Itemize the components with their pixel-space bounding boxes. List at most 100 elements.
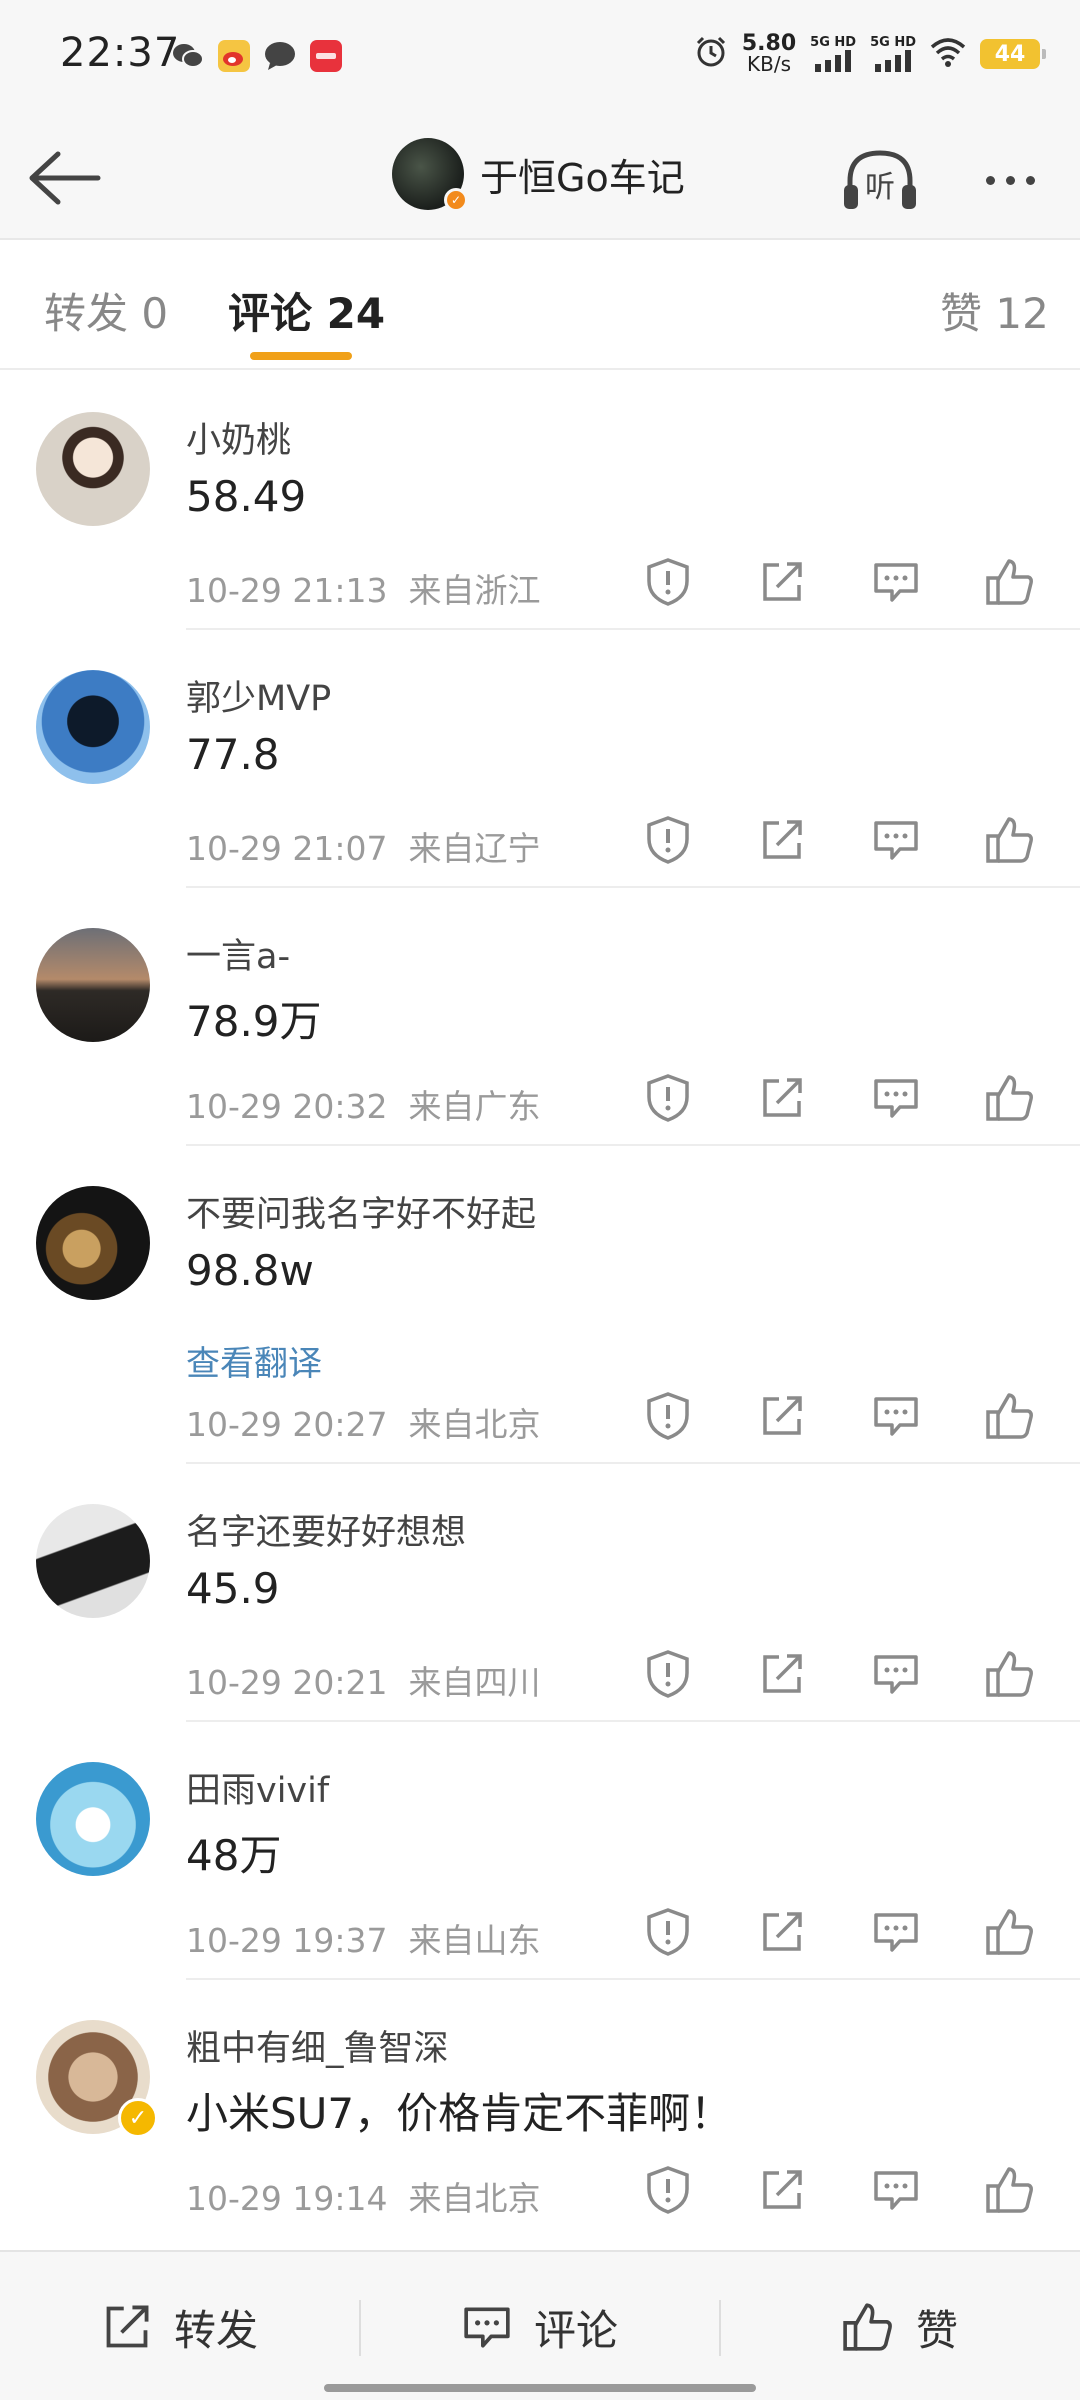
reply-button[interactable] (866, 1902, 926, 1962)
more-options-button[interactable] (970, 142, 1050, 218)
status-time: 22:37 (60, 30, 181, 76)
report-button[interactable] (638, 1644, 698, 1704)
share-button[interactable] (752, 2160, 812, 2220)
shield-warning-icon (647, 1908, 689, 1956)
comment-meta: 10-29 20:21 来自四川 (186, 1656, 540, 1704)
report-button[interactable] (638, 1386, 698, 1446)
share-button[interactable] (752, 1644, 812, 1704)
author-avatar[interactable]: ✓ (392, 138, 468, 212)
share-icon (763, 2170, 802, 2209)
commenter-avatar[interactable] (36, 1186, 150, 1300)
share-button[interactable] (752, 1068, 812, 1128)
share-button[interactable] (752, 1902, 812, 1962)
xiaohongshu-icon (310, 40, 342, 72)
reply-button[interactable] (866, 2160, 926, 2220)
comment-label: 评论 (533, 2305, 618, 2355)
shield-warning-icon (647, 816, 689, 864)
comment-location: 来自北京 (408, 1405, 541, 1444)
comment-time: 10-29 19:14 (186, 2179, 388, 2218)
comment-actions (630, 1068, 1060, 1128)
comment-actions (630, 552, 1060, 612)
share-icon (763, 1078, 802, 1117)
comment-meta: 10-29 21:07 来自辽宁 (186, 822, 540, 870)
share-button[interactable] (752, 1386, 812, 1446)
thumbs-up-icon (986, 559, 1033, 605)
report-button[interactable] (638, 810, 698, 870)
tab-likes[interactable]: 赞 12 (940, 280, 1049, 341)
like-button[interactable] (980, 1644, 1040, 1704)
comment-time: 10-29 21:13 (186, 571, 388, 610)
commenter-avatar[interactable] (36, 412, 150, 526)
comment-item[interactable]: 小奶桃 58.49 10-29 21:13 来自浙江 (0, 372, 1080, 630)
commenter-name[interactable]: 名字还要好好想想 (186, 1504, 466, 1555)
commenter-name[interactable]: 粗中有细_鲁智深 (186, 2020, 449, 2071)
report-button[interactable] (638, 552, 698, 612)
alarm-icon (694, 35, 728, 73)
share-icon (763, 1396, 802, 1435)
comment-item[interactable]: 郭少MVP 77.8 10-29 21:07 来自辽宁 (0, 630, 1080, 888)
commenter-name[interactable]: 郭少MVP (186, 670, 331, 721)
comment-item[interactable]: 名字还要好好想想 45.9 10-29 20:21 来自四川 (0, 1464, 1080, 1722)
home-indicator[interactable] (324, 2384, 756, 2392)
commenter-name[interactable]: 不要问我名字好不好起 (186, 1186, 536, 1237)
commenter-name[interactable]: 田雨vivif (186, 1762, 329, 1813)
report-button[interactable] (638, 1902, 698, 1962)
back-button[interactable] (24, 138, 104, 218)
comment-item[interactable]: 不要问我名字好不好起 98.8w 查看翻译 10-29 20:27 来自北京 (0, 1146, 1080, 1464)
commenter-avatar[interactable] (36, 928, 150, 1042)
comment-text: 45.9 (186, 1564, 280, 1613)
view-translation-link[interactable]: 查看翻译 (186, 1336, 322, 1385)
more-dot (1025, 175, 1035, 185)
like-post-button[interactable]: 赞 (720, 2252, 1080, 2400)
reply-button[interactable] (866, 810, 926, 870)
like-button[interactable] (980, 1902, 1040, 1962)
comment-item[interactable]: ✓ 粗中有细_鲁智深 小米SU7，价格肯定不菲啊！ 10-29 19:14 来自… (0, 1980, 1080, 2238)
comment-text: 48万 (186, 1831, 282, 1880)
like-button[interactable] (980, 1386, 1040, 1446)
wechat-icon (172, 40, 204, 72)
commenter-avatar[interactable] (36, 670, 150, 784)
signal-bars-icon (815, 50, 852, 72)
share-button[interactable] (752, 552, 812, 612)
notification-icons (172, 40, 342, 72)
commenter-name[interactable]: 一言a- (186, 928, 290, 979)
tab-comments[interactable]: 评论 24 (228, 280, 385, 341)
thumbs-up-icon (986, 817, 1033, 863)
tab-repost[interactable]: 转发 0 (44, 280, 168, 341)
listen-button[interactable]: 听 (840, 142, 920, 218)
comment-bubble-icon (874, 821, 918, 860)
comment-bubble-icon (874, 563, 918, 602)
comment-meta: 10-29 19:37 来自山东 (186, 1914, 540, 1962)
like-button[interactable] (980, 2160, 1040, 2220)
repost-button[interactable]: 转发 (0, 2252, 360, 2400)
report-button[interactable] (638, 1068, 698, 1128)
header-user[interactable]: ✓ 于恒Go车记 (392, 138, 685, 212)
comment-item[interactable]: 田雨vivif 48万 10-29 19:37 来自山东 (0, 1722, 1080, 1980)
commenter-avatar[interactable] (36, 1762, 150, 1876)
like-button[interactable] (980, 810, 1040, 870)
battery-indicator: 44 (980, 39, 1046, 69)
post-tabs: 转发 0 评论 24 赞 12 (0, 240, 1080, 370)
comment-item[interactable]: 一言a- 78.9万 10-29 20:32 来自广东 (0, 888, 1080, 1146)
more-dot (985, 175, 995, 185)
signal-bars-icon (875, 50, 912, 72)
reply-button[interactable] (866, 552, 926, 612)
comment-meta: 10-29 20:32 来自广东 (186, 1080, 540, 1128)
reply-button[interactable] (866, 1386, 926, 1446)
comment-time: 10-29 20:21 (186, 1663, 388, 1702)
comment-button[interactable]: 评论 (360, 2252, 720, 2400)
commenter-avatar[interactable] (36, 1504, 150, 1618)
net-speed-value: 5.80 (741, 31, 797, 56)
reply-button[interactable] (866, 1644, 926, 1704)
reply-button[interactable] (866, 1068, 926, 1128)
comment-list[interactable]: 小奶桃 58.49 10-29 21:13 来自浙江 郭少MVP 77.8 10… (0, 372, 1080, 2246)
more-dot (1005, 175, 1015, 185)
commenter-name[interactable]: 小奶桃 (186, 412, 291, 463)
share-button[interactable] (752, 810, 812, 870)
author-name[interactable]: 于恒Go车记 (480, 147, 685, 202)
report-button[interactable] (638, 2160, 698, 2220)
like-button[interactable] (980, 552, 1040, 612)
like-button[interactable] (980, 1068, 1040, 1128)
comment-bubble-icon (874, 1913, 918, 1952)
shield-warning-icon (647, 1650, 689, 1698)
